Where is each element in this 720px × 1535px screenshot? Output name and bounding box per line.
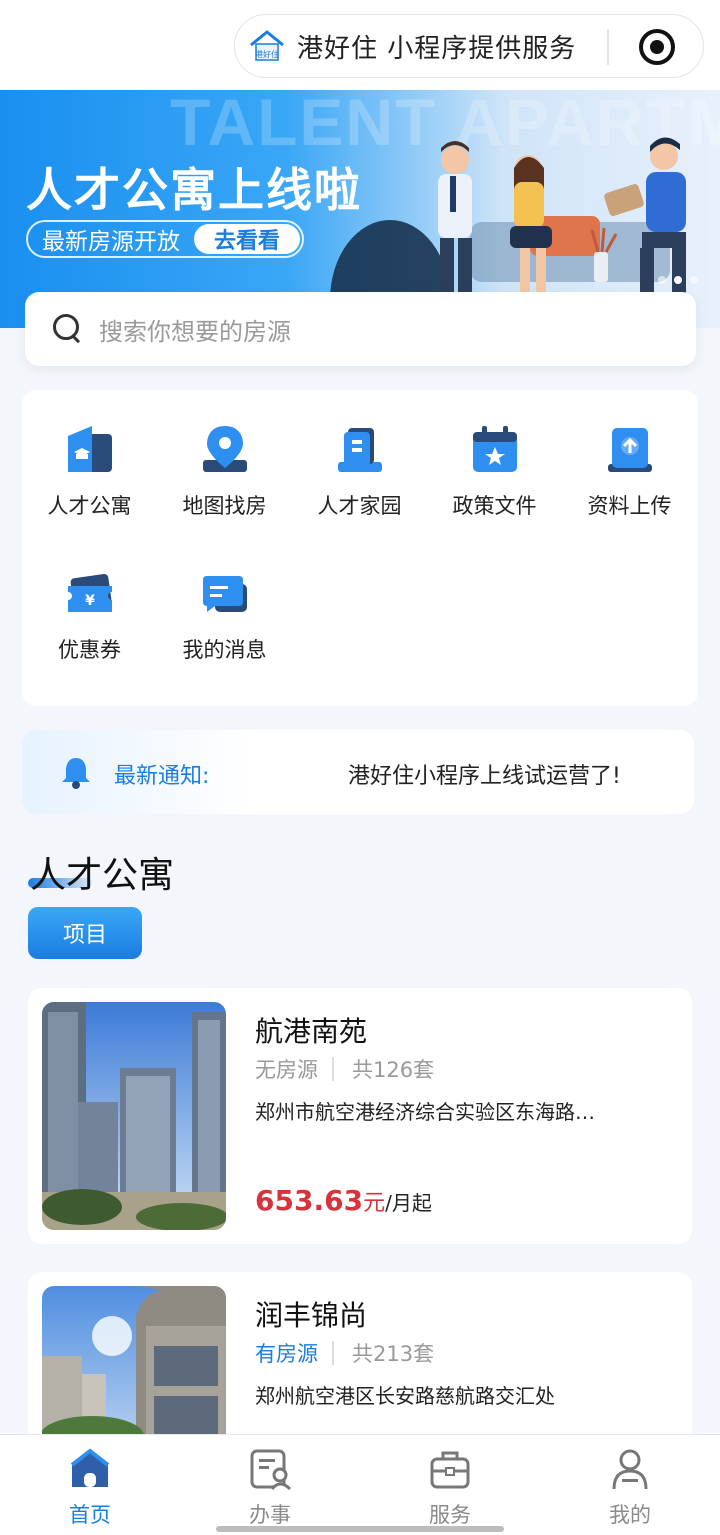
tab-services[interactable]: 服务 <box>390 1447 510 1529</box>
carousel-dot[interactable] <box>690 276 698 284</box>
top-bar: 港好住 港好住 小程序提供服务 <box>0 0 720 90</box>
price-unit: 元 <box>363 1191 386 1216</box>
calendar-star-icon <box>467 422 523 478</box>
notice-text[interactable]: 港好住小程序上线试运营了! <box>348 758 621 790</box>
tab-label: 办事 <box>249 1503 291 1527</box>
banner-pill[interactable]: 最新房源开放 去看看 <box>26 220 304 258</box>
carousel-dot[interactable] <box>658 276 666 284</box>
menu-item-messages[interactable]: 我的消息 <box>157 566 292 664</box>
notice-label: 最新通知: <box>114 764 210 789</box>
tab-profile[interactable]: 我的 <box>570 1447 690 1529</box>
map-pin-icon <box>197 422 253 478</box>
unit-count: 共213套 <box>352 1342 435 1366</box>
bell-icon <box>58 754 94 790</box>
listing-photo <box>42 1002 226 1230</box>
building-icon <box>332 422 388 478</box>
project-filter-chip[interactable]: 项目 <box>28 907 142 959</box>
listing-card[interactable]: 航港南苑 无房源 共126套 郑州市航空港经济综合实验区东海路… 653.63元… <box>28 988 692 1244</box>
miniprogram-capsule[interactable]: 港好住 港好住 小程序提供服务 <box>234 14 704 78</box>
carousel-dots <box>658 276 698 284</box>
capsule-close-target-icon[interactable] <box>639 29 675 65</box>
svg-text:¥: ¥ <box>85 593 95 609</box>
listing-address: 郑州航空港区长安路慈航路交汇处 <box>255 1384 555 1408</box>
availability-status: 无房源 <box>255 1058 318 1082</box>
quick-menu: 人才公寓 地图找房 人才家园 政策文件 资料上传 ¥ 优惠券 我的消息 <box>22 390 698 706</box>
listing-price: 653.63元/月起 <box>255 1184 432 1217</box>
message-icon <box>197 566 253 622</box>
bottom-tab-bar: 首页 办事 服务 我的 <box>0 1434 720 1535</box>
menu-label: 地图找房 <box>182 494 267 518</box>
meta-divider <box>332 1341 334 1365</box>
listing-address: 郑州市航空港经济综合实验区东海路… <box>255 1100 595 1124</box>
menu-label: 政策文件 <box>452 494 537 518</box>
banner-title: 人才公寓上线啦 <box>26 163 362 217</box>
price-suffix: /月起 <box>385 1191 432 1215</box>
menu-item-upload[interactable]: 资料上传 <box>562 422 697 520</box>
menu-item-coupons[interactable]: ¥ 优惠券 <box>22 566 157 664</box>
tab-label: 我的 <box>609 1503 651 1527</box>
unit-count: 共126套 <box>352 1058 435 1082</box>
banner-go-button[interactable]: 去看看 <box>194 224 300 254</box>
menu-item-talent-home[interactable]: 人才家园 <box>292 422 427 520</box>
search-bar[interactable]: 搜索你想要的房源 <box>25 292 696 366</box>
notice-bar[interactable]: 最新通知: 港好住小程序上线试运营了! <box>22 730 694 814</box>
menu-label: 人才公寓 <box>47 494 132 518</box>
menu-label: 优惠券 <box>58 638 121 662</box>
coupon-icon: ¥ <box>62 566 118 622</box>
search-placeholder: 搜索你想要的房源 <box>99 317 291 346</box>
availability-status: 有房源 <box>255 1342 318 1366</box>
apartment-icon <box>62 422 118 478</box>
home-indicator <box>216 1526 504 1532</box>
listing-name: 航港南苑 <box>255 1015 368 1048</box>
gang-hao-zhu-logo-icon: 港好住 <box>247 29 287 63</box>
tab-affairs[interactable]: 办事 <box>210 1447 330 1529</box>
menu-label: 资料上传 <box>587 494 672 518</box>
price-value: 653.63 <box>255 1184 364 1217</box>
listing-name: 润丰锦尚 <box>255 1299 368 1332</box>
menu-label: 我的消息 <box>182 638 267 662</box>
tab-label: 服务 <box>429 1503 471 1527</box>
carousel-dot-active[interactable] <box>674 276 682 284</box>
section-title: 人才公寓 <box>30 855 175 896</box>
capsule-title: 港好住 小程序提供服务 <box>297 33 577 64</box>
service-doc-icon <box>248 1447 292 1491</box>
svg-text:港好住: 港好住 <box>255 49 279 59</box>
search-icon <box>53 314 83 344</box>
menu-label: 人才家园 <box>317 494 402 518</box>
menu-item-policy-docs[interactable]: 政策文件 <box>427 422 562 520</box>
listing-meta: 有房源 共213套 <box>255 1338 434 1368</box>
menu-item-talent-apartment[interactable]: 人才公寓 <box>22 422 157 520</box>
banner-pill-text: 最新房源开放 <box>42 229 180 255</box>
meta-divider <box>332 1057 334 1081</box>
listing-meta: 无房源 共126套 <box>255 1054 434 1084</box>
home-icon <box>68 1447 112 1491</box>
menu-item-map-search[interactable]: 地图找房 <box>157 422 292 520</box>
capsule-divider <box>607 29 609 65</box>
upload-icon <box>602 422 658 478</box>
user-icon <box>608 1447 652 1491</box>
tab-home[interactable]: 首页 <box>30 1447 150 1529</box>
tab-label: 首页 <box>69 1503 111 1527</box>
briefcase-icon <box>428 1447 472 1491</box>
